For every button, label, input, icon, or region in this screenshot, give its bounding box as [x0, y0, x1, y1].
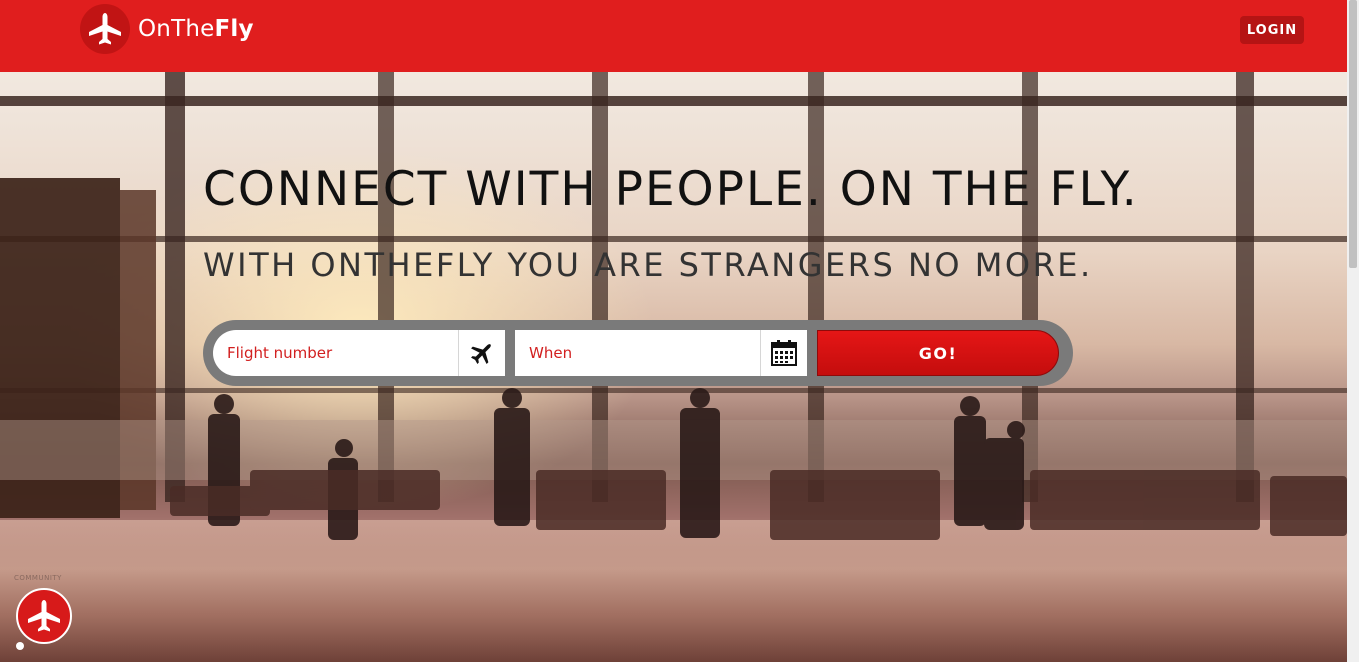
- community-badge[interactable]: COMMUNITY: [14, 574, 74, 654]
- community-label: COMMUNITY: [14, 574, 62, 582]
- top-header: OnTheFly LOGIN: [0, 0, 1347, 72]
- brand-logo[interactable]: OnTheFly: [80, 4, 254, 54]
- vertical-scrollbar[interactable]: [1347, 0, 1359, 662]
- airplane-icon: [16, 588, 72, 644]
- go-button[interactable]: GO!: [817, 330, 1059, 376]
- hero-subheadline: WITH ONTHEFLY YOU ARE STRANGERS NO MORE.: [203, 246, 1093, 284]
- flight-number-field: [213, 330, 505, 376]
- when-field: [515, 330, 807, 376]
- brand-name-light: OnThe: [138, 16, 215, 42]
- login-button[interactable]: LOGIN: [1240, 16, 1304, 44]
- scrollbar-thumb[interactable]: [1349, 0, 1357, 268]
- brand-name: OnTheFly: [138, 16, 254, 42]
- when-date-input[interactable]: [515, 330, 765, 376]
- airplane-icon[interactable]: [458, 330, 505, 376]
- hero-headline: CONNECT WITH PEOPLE. ON THE FLY.: [203, 162, 1139, 217]
- community-indicator-dot: [16, 642, 24, 650]
- flight-number-input[interactable]: [213, 330, 463, 376]
- calendar-icon[interactable]: [760, 330, 807, 376]
- flight-search-form: GO!: [203, 320, 1073, 386]
- brand-name-bold: Fly: [214, 16, 254, 42]
- airplane-icon: [80, 4, 130, 54]
- page: OnTheFly LOGIN CONNECT WITH PEOPLE. ON T…: [0, 0, 1359, 662]
